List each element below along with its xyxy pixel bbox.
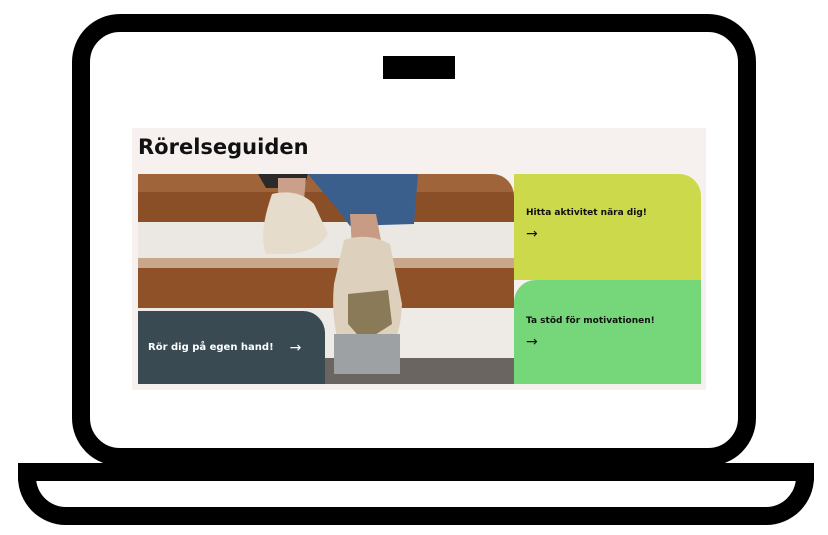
- find-activity-card[interactable]: Hitta aktivitet nära dig! →: [514, 174, 701, 280]
- right-arrow-icon: →: [526, 334, 538, 350]
- laptop-camera-notch: [383, 56, 455, 79]
- laptop-base: [18, 463, 814, 525]
- find-activity-label: Hitta aktivitet nära dig!: [526, 208, 647, 218]
- right-arrow-icon: →: [289, 339, 302, 356]
- move-on-your-own-label: Rör dig på egen hand!: [148, 342, 274, 353]
- webpage: Rörelseguiden Rör dig på egen hand! → Hi…: [132, 128, 706, 390]
- motivation-support-card[interactable]: Ta stöd för motivationen! →: [514, 280, 701, 384]
- right-arrow-icon: →: [526, 226, 538, 242]
- motivation-support-label: Ta stöd för motivationen!: [526, 316, 655, 326]
- page-title: Rörelseguiden: [138, 135, 309, 159]
- move-on-your-own-card[interactable]: Rör dig på egen hand! →: [138, 311, 325, 384]
